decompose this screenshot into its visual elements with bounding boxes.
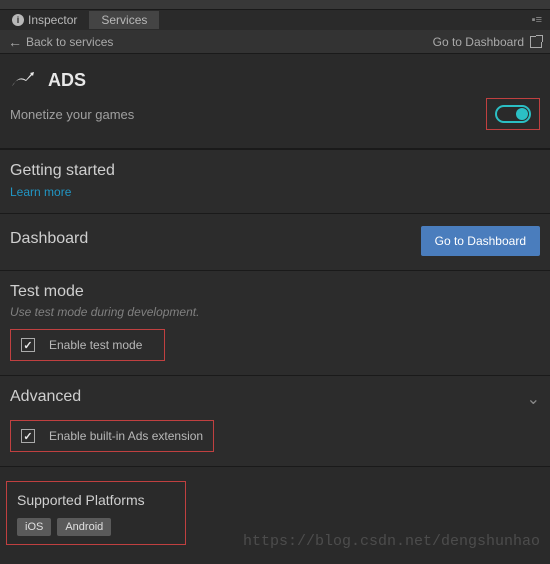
dashboard-title: Dashboard xyxy=(10,230,88,248)
tab-inspector[interactable]: i Inspector xyxy=(0,11,89,29)
tab-label: Inspector xyxy=(28,13,77,27)
external-link-icon xyxy=(530,36,542,48)
getting-started-title: Getting started xyxy=(10,162,540,180)
page-title-row: ADS xyxy=(0,54,550,98)
subheader: ← Back to services Go to Dashboard xyxy=(0,30,550,54)
tab-services[interactable]: Services xyxy=(89,11,159,29)
test-mode-section: Test mode Use test mode during developme… xyxy=(0,270,550,375)
top-toolbar xyxy=(0,0,550,10)
page-subtitle: Monetize your games xyxy=(10,107,134,122)
goto-dashboard-link[interactable]: Go to Dashboard xyxy=(433,35,542,49)
dashboard-section: Dashboard Go to Dashboard xyxy=(0,213,550,270)
tab-label: Services xyxy=(101,13,147,27)
watermark: https://blog.csdn.net/dengshunhao xyxy=(243,533,540,550)
enable-builtin-ads-label: Enable built-in Ads extension xyxy=(49,429,203,443)
back-to-services-link[interactable]: Back to services xyxy=(26,35,113,49)
advanced-title: Advanced xyxy=(10,388,81,406)
learn-more-link[interactable]: Learn more xyxy=(10,185,71,199)
getting-started-section: Getting started Learn more xyxy=(0,149,550,213)
goto-dashboard-button[interactable]: Go to Dashboard xyxy=(421,226,540,256)
chevron-down-icon[interactable]: ⌄ xyxy=(527,389,540,409)
toggle-knob xyxy=(516,108,528,120)
enable-test-mode-label: Enable test mode xyxy=(49,338,142,352)
ads-icon xyxy=(10,68,34,92)
goto-dashboard-label: Go to Dashboard xyxy=(433,35,524,49)
enable-test-mode-checkbox[interactable] xyxy=(21,338,35,352)
info-icon: i xyxy=(12,14,24,26)
supported-platforms-title: Supported Platforms xyxy=(17,492,175,508)
page-title: ADS xyxy=(48,70,86,91)
enable-test-mode-row: Enable test mode xyxy=(10,329,165,361)
test-mode-title: Test mode xyxy=(10,283,540,301)
service-toggle-highlight xyxy=(486,98,540,130)
platform-tag-android[interactable]: Android xyxy=(57,518,111,536)
service-enable-toggle[interactable] xyxy=(495,105,531,123)
enable-builtin-ads-checkbox[interactable] xyxy=(21,429,35,443)
supported-platforms-block: Supported Platforms iOS Android xyxy=(6,481,186,545)
tabs-row: i Inspector Services ▪≡ xyxy=(0,10,550,30)
platform-tag-ios[interactable]: iOS xyxy=(17,518,51,536)
platform-tags: iOS Android xyxy=(17,518,175,536)
advanced-section: Advanced ⌄ Enable built-in Ads extension xyxy=(0,375,550,466)
panel-menu-icon[interactable]: ▪≡ xyxy=(532,14,542,26)
enable-builtin-ads-row: Enable built-in Ads extension xyxy=(10,420,214,452)
test-mode-subtitle: Use test mode during development. xyxy=(10,305,540,319)
divider xyxy=(0,466,550,467)
back-arrow-icon[interactable]: ← xyxy=(8,34,22,50)
subtitle-row: Monetize your games xyxy=(0,98,550,148)
